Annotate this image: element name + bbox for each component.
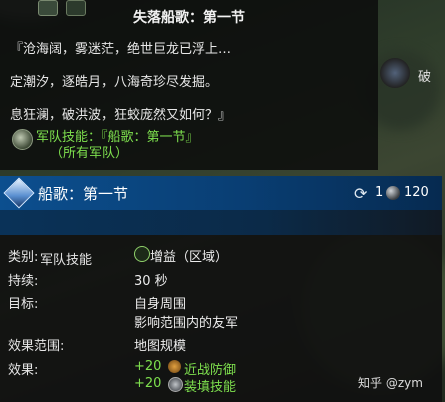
duration-value: 30 秒 bbox=[134, 274, 168, 289]
lore-quote-line: 定潮汐，逐皓月，八海奇珍尽发掘。 bbox=[10, 75, 219, 90]
cost-icon bbox=[386, 186, 400, 200]
target-label: 目标: bbox=[8, 297, 39, 312]
target-value: 自身周围 bbox=[134, 297, 187, 312]
lore-quote-line: 『沧海阔，雾迷茫，绝世巨龙已浮上… bbox=[10, 42, 232, 57]
tooltip-title: 失落船歌：第一节 bbox=[133, 10, 245, 26]
panel-header: 船歌：第一节 ⟳ 1 120 bbox=[0, 176, 442, 210]
lore-tooltip: 失落船歌：第一节 『沧海阔，雾迷茫，绝世巨龙已浮上… 定潮汐，逐皓月，八海奇珍尽… bbox=[0, 0, 378, 170]
skill-detail-panel: 船歌：第一节 ⟳ 1 120 军队技能 类别: 增益（区域） 持续: 30 秒 … bbox=[0, 176, 442, 402]
lore-quote-line: 息狂澜，破洪波，狂蛟庞然又如何？』 bbox=[10, 108, 232, 123]
effect-name: 装填技能 bbox=[184, 380, 237, 395]
cost-value: 120 bbox=[404, 185, 429, 200]
skill-type: 军队技能 bbox=[40, 253, 93, 268]
melee-defense-icon bbox=[168, 360, 181, 373]
category-label: 类别: bbox=[8, 250, 39, 265]
target-value: 影响范围内的友军 bbox=[134, 316, 239, 331]
panel-subheader: 军队技能 bbox=[0, 210, 442, 268]
reload-skill-icon bbox=[168, 377, 183, 392]
category-value: 增益（区域） bbox=[150, 250, 229, 265]
army-skill-link: 军队技能：『船歌：第一节』 （所有军队） bbox=[36, 130, 199, 162]
cooldown-icon: ⟳ bbox=[354, 184, 368, 203]
partial-label: 破 bbox=[418, 70, 432, 85]
army-skill-link-scope: （所有军队） bbox=[50, 146, 129, 161]
army-skill-icon bbox=[12, 129, 33, 150]
range-label: 效果范围: bbox=[8, 339, 65, 354]
buff-icon bbox=[134, 246, 150, 262]
duration-label: 持续: bbox=[8, 274, 39, 289]
cooldown-value: 1 bbox=[375, 185, 384, 200]
watermark: 知乎 @zym bbox=[358, 376, 423, 390]
effect-amount: +20 bbox=[134, 376, 162, 391]
army-skill-link-name: 军队技能：『船歌：第一节』 bbox=[36, 130, 199, 145]
range-value: 地图规模 bbox=[134, 339, 187, 354]
skill-title: 船歌：第一节 bbox=[38, 185, 129, 203]
effect-label: 效果: bbox=[8, 363, 39, 378]
effect-amount: +20 bbox=[134, 359, 162, 374]
skill-diamond-icon bbox=[3, 177, 35, 209]
faction-icon bbox=[380, 58, 410, 88]
